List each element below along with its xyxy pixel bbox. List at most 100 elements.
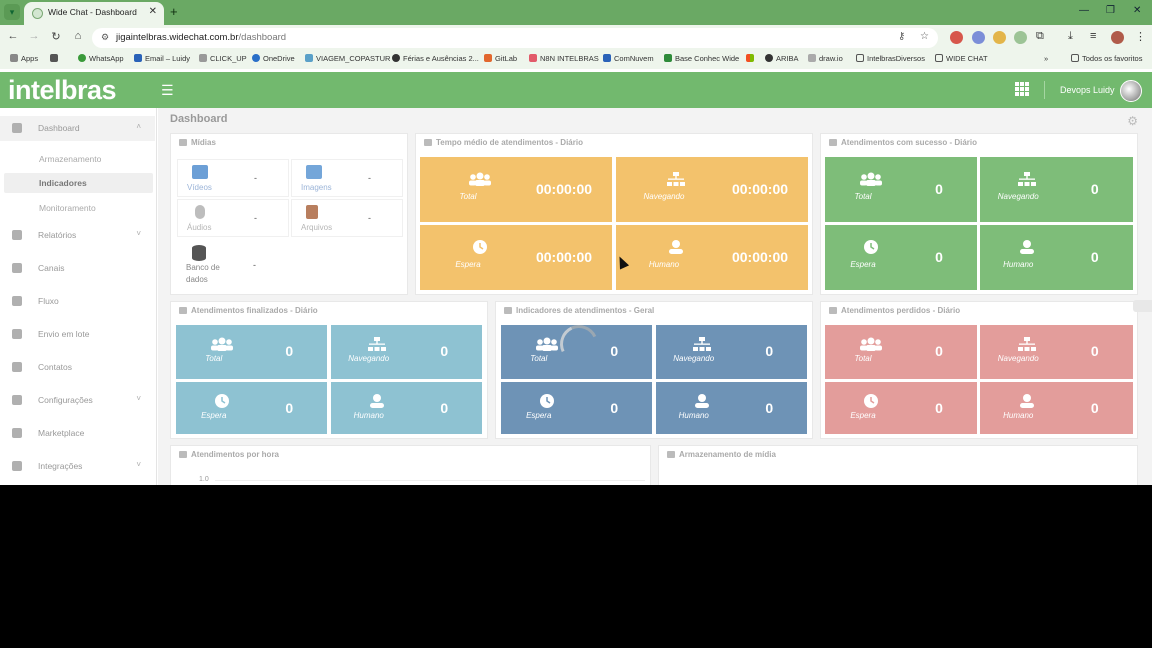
media-arquivos[interactable]: Arquivos - — [291, 199, 403, 237]
tile-sucesso-total[interactable]: Total 0 — [825, 157, 977, 222]
gear-icon[interactable]: ⚙ — [1127, 114, 1138, 128]
tile-tempo-humano[interactable]: Humano 00:00:00 — [616, 225, 808, 290]
sidebar-sub-armazenamento[interactable]: Armazenamento — [4, 149, 153, 169]
panel-perdidos: Atendimentos perdidos - Diário Total 0 N… — [820, 301, 1138, 439]
panel-title: Armazenamento de mídia — [667, 450, 776, 459]
panel-por-hora: Atendimentos por hora 1.0 — [170, 445, 651, 485]
tile-indicadores-humano[interactable]: Humano 0 — [656, 382, 807, 434]
bookmark-ariba[interactable]: ARIBA — [765, 54, 799, 63]
browser-tab[interactable]: Wide Chat - Dashboard ✕ — [24, 2, 164, 25]
bookmark-gitlab[interactable]: GitLab — [484, 54, 517, 63]
bookmark-n8n[interactable]: N8N INTELBRAS — [529, 54, 599, 63]
bookmark-ferias[interactable]: Férias e Ausências 2... — [392, 54, 479, 63]
tile-value: 00:00:00 — [535, 249, 593, 265]
bookmark-drawio[interactable]: draw.io — [808, 54, 843, 63]
extension-icon[interactable] — [950, 31, 963, 44]
clock-icon — [473, 240, 487, 254]
address-bar[interactable]: ⚙ jigaintelbras.widechat.com.br/dashboar… — [92, 28, 938, 48]
bookmark-ms-icon[interactable] — [746, 54, 757, 63]
bookmarks-more-icon[interactable]: » — [1044, 54, 1048, 63]
apps-grid-icon[interactable] — [1015, 82, 1029, 96]
bookmark-onedrive[interactable]: OneDrive — [252, 54, 295, 63]
media-label: Arquivos — [301, 223, 333, 232]
restore-icon[interactable]: ❐ — [1106, 5, 1115, 16]
sidebar-item-integracoes[interactable]: Integrações ˅ — [0, 454, 155, 479]
chevron-down-icon: ˅ — [136, 460, 141, 469]
password-key-icon[interactable]: ⚷ — [898, 31, 905, 42]
bookmark-clickup[interactable]: CLICK_UP — [199, 54, 247, 63]
bookmark-label: CLICK_UP — [210, 54, 247, 63]
extensions-puzzle-icon[interactable]: ⧉ — [1036, 30, 1044, 43]
bookmark-base-conhec[interactable]: Base Conhec Wide — [664, 54, 739, 63]
forward-icon[interactable]: → — [26, 30, 42, 42]
bookmark-comnuvem[interactable]: ComNuvem — [603, 54, 654, 63]
tile-indicadores-espera[interactable]: Espera 0 — [501, 382, 652, 434]
media-banco-de-dados[interactable]: Banco de dados - — [177, 240, 289, 290]
tile-sucesso-navegando[interactable]: Navegando 0 — [980, 157, 1133, 222]
tile-tempo-navegando[interactable]: Navegando 00:00:00 — [616, 157, 808, 222]
side-panel-handle[interactable] — [1133, 300, 1152, 312]
sidebar-item-label: Contatos — [38, 362, 73, 372]
users-icon — [535, 337, 558, 351]
tile-perdidos-humano[interactable]: Humano 0 — [980, 382, 1133, 434]
minimize-icon[interactable]: — — [1079, 5, 1089, 16]
sidebar-sub-indicadores[interactable]: Indicadores — [4, 173, 153, 193]
bookmark-intelbras-diversos[interactable]: IntelbrasDiversos — [856, 54, 925, 63]
bookmark-apps[interactable]: Apps — [10, 54, 38, 63]
bookmark-email[interactable]: Email – Luidy — [134, 54, 190, 63]
tile-finalizados-humano[interactable]: Humano 0 — [331, 382, 482, 434]
bookmark-viagem[interactable]: VIAGEM_COPASTUR — [305, 54, 390, 63]
tile-perdidos-espera[interactable]: Espera 0 — [825, 382, 977, 434]
reading-list-icon[interactable]: ≡ — [1090, 30, 1096, 42]
media-videos[interactable]: Vídeos - — [177, 159, 289, 197]
profile-avatar-icon[interactable] — [1111, 31, 1124, 44]
reload-icon[interactable]: ↻ — [48, 30, 64, 43]
media-imagens[interactable]: Imagens - — [291, 159, 403, 197]
back-icon[interactable]: ← — [5, 30, 21, 42]
tile-indicadores-navegando[interactable]: Navegando 0 — [656, 325, 807, 379]
tab-search-icon[interactable]: ▾ — [4, 4, 20, 20]
sidebar-item-marketplace[interactable]: Marketplace — [0, 421, 155, 446]
sidebar-item-relatorios[interactable]: Relatórios ˅ — [0, 223, 155, 248]
tile-finalizados-espera[interactable]: Espera 0 — [176, 382, 327, 434]
bookmark-grid-icon[interactable] — [50, 54, 61, 63]
downloads-icon[interactable]: ⤓ — [1068, 30, 1073, 43]
tile-sucesso-espera[interactable]: Espera 0 — [825, 225, 977, 290]
reports-icon — [12, 230, 22, 240]
home-icon[interactable]: ⌂ — [70, 30, 86, 42]
tab-close-icon[interactable]: ✕ — [149, 6, 157, 17]
sidebar-item-envio-em-lote[interactable]: Envio em lote — [0, 322, 155, 347]
sitemap-icon — [1017, 337, 1036, 351]
sidebar-item-configuracoes[interactable]: Configurações ˅ — [0, 388, 155, 413]
tile-sucesso-humano[interactable]: Humano 0 — [980, 225, 1133, 290]
tile-perdidos-navegando[interactable]: Navegando 0 — [980, 325, 1133, 379]
tile-value: 0 — [440, 400, 449, 416]
browser-menu-icon[interactable]: ⋮ — [1135, 30, 1146, 43]
tile-tempo-total[interactable]: Total 00:00:00 — [420, 157, 612, 222]
extension-icon[interactable] — [972, 31, 985, 44]
new-tab-icon[interactable]: + — [170, 4, 178, 19]
user-avatar[interactable] — [1120, 80, 1142, 102]
hamburger-menu-icon[interactable]: ☰ — [161, 82, 174, 99]
tile-finalizados-navegando[interactable]: Navegando 0 — [331, 325, 482, 379]
close-window-icon[interactable]: ✕ — [1133, 5, 1141, 16]
sitemap-icon — [1017, 172, 1036, 186]
sidebar-sub-monitoramento[interactable]: Monitoramento — [4, 198, 153, 218]
media-audios[interactable]: Áudios - — [177, 199, 289, 237]
bookmark-whatsapp[interactable]: WhatsApp — [78, 54, 124, 63]
intelbras-logo[interactable]: intelbras — [8, 75, 117, 106]
extension-icon[interactable] — [993, 31, 1006, 44]
sidebar-item-canais[interactable]: Canais — [0, 256, 155, 281]
sidebar-item-dashboard[interactable]: Dashboard ˄ — [0, 116, 155, 141]
bookmark-wide-chat[interactable]: WIDE CHAT — [935, 54, 988, 63]
tile-tempo-espera[interactable]: Espera 00:00:00 — [420, 225, 612, 290]
tile-finalizados-total[interactable]: Total 0 — [176, 325, 327, 379]
sidebar-item-contatos[interactable]: Contatos — [0, 355, 155, 380]
site-info-icon[interactable]: ⚙ — [99, 32, 111, 44]
bookmark-all-favorites[interactable]: Todos os favoritos — [1071, 54, 1142, 63]
extension-icon[interactable] — [1014, 31, 1027, 44]
user-name[interactable]: Devops Luidy — [1060, 85, 1115, 95]
tile-perdidos-total[interactable]: Total 0 — [825, 325, 977, 379]
bookmark-star-icon[interactable]: ☆ — [920, 31, 929, 42]
sidebar-item-fluxo[interactable]: Fluxo — [0, 289, 155, 314]
